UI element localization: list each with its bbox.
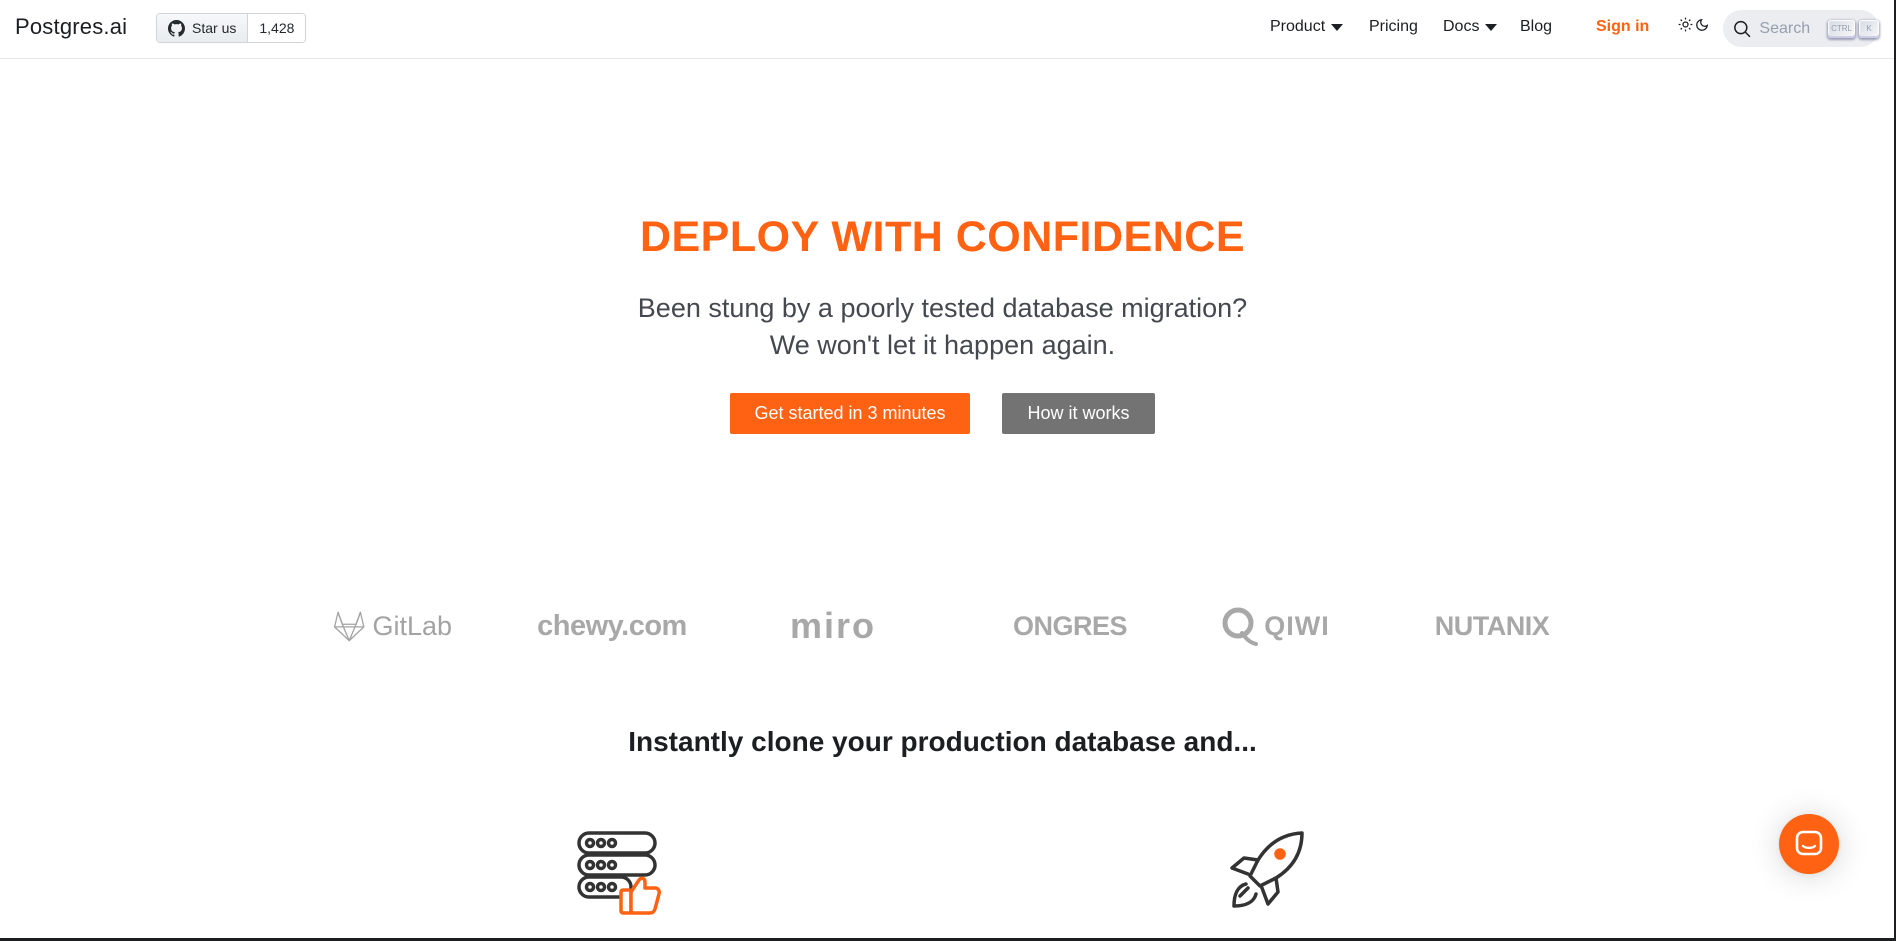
hero-subtitle: Been stung by a poorly tested database m…: [0, 290, 1885, 364]
github-star-widget: Star us 1,428: [156, 13, 307, 43]
hero-title: DEPLOY WITH CONFIDENCE: [639, 213, 1246, 261]
moon-icon: [1696, 18, 1709, 31]
chewy-logo: chewy.com: [537, 609, 687, 642]
hero-subtitle-line-1: Been stung by a poorly tested database m…: [637, 293, 1248, 323]
chat-icon: [1795, 830, 1823, 856]
kbd-ctrl: CTRL: [1828, 19, 1855, 38]
sign-in-link[interactable]: Sign in: [1596, 18, 1649, 36]
search-shortcut: CTRL K: [1828, 19, 1879, 38]
nav-product-dropdown[interactable]: Product: [1270, 18, 1344, 36]
search-placeholder: Search: [1759, 19, 1811, 37]
hero-subtitle-line-2: We won't let it happen again.: [769, 330, 1116, 360]
github-star-button[interactable]: Star us: [157, 14, 249, 42]
sun-icon: [1678, 17, 1693, 32]
kbd-k: K: [1859, 19, 1879, 38]
chevron-down-icon: [1331, 24, 1344, 31]
qiwi-q-icon: [1222, 607, 1259, 646]
nutanix-logo: NUTANIX: [1434, 610, 1550, 641]
miro-logo: miro: [790, 605, 877, 646]
search-button[interactable]: Search CTRL K: [1723, 10, 1879, 47]
database-thumbs-up-icon: [576, 830, 664, 921]
github-star-label: Star us: [192, 20, 237, 36]
chevron-down-icon: [1485, 24, 1498, 31]
rocket-icon: [1222, 830, 1306, 919]
brand-logo-link[interactable]: Postgres.ai: [15, 14, 127, 40]
theme-toggle-button[interactable]: [1678, 17, 1709, 32]
gitlab-logo-text: GitLab: [372, 610, 452, 641]
qiwi-logo-text: QIWI: [1264, 610, 1330, 641]
features-section-title: Instantly clone your production database…: [628, 726, 1257, 757]
ongres-logo: ONGRES: [1012, 610, 1128, 641]
github-icon: [168, 19, 185, 37]
nav-docs-dropdown[interactable]: Docs: [1443, 18, 1498, 36]
nav-pricing-link[interactable]: Pricing: [1369, 18, 1418, 36]
get-started-button[interactable]: Get started in 3 minutes: [730, 393, 970, 434]
gitlab-fox-icon: [333, 611, 365, 642]
gitlab-logo: GitLab: [332, 604, 452, 648]
nav-docs-label: Docs: [1443, 18, 1480, 35]
qiwi-logo: QIWI: [1220, 604, 1330, 648]
nav-product-label: Product: [1270, 18, 1326, 35]
navbar: Postgres.ai Star us 1,428 Product Pricin…: [0, 0, 1896, 59]
nav-blog-link[interactable]: Blog: [1520, 18, 1552, 36]
github-star-count[interactable]: 1,428: [248, 14, 306, 42]
chat-launcher-button[interactable]: [1779, 814, 1839, 874]
how-it-works-button[interactable]: How it works: [1002, 393, 1155, 434]
search-icon: [1734, 20, 1751, 37]
